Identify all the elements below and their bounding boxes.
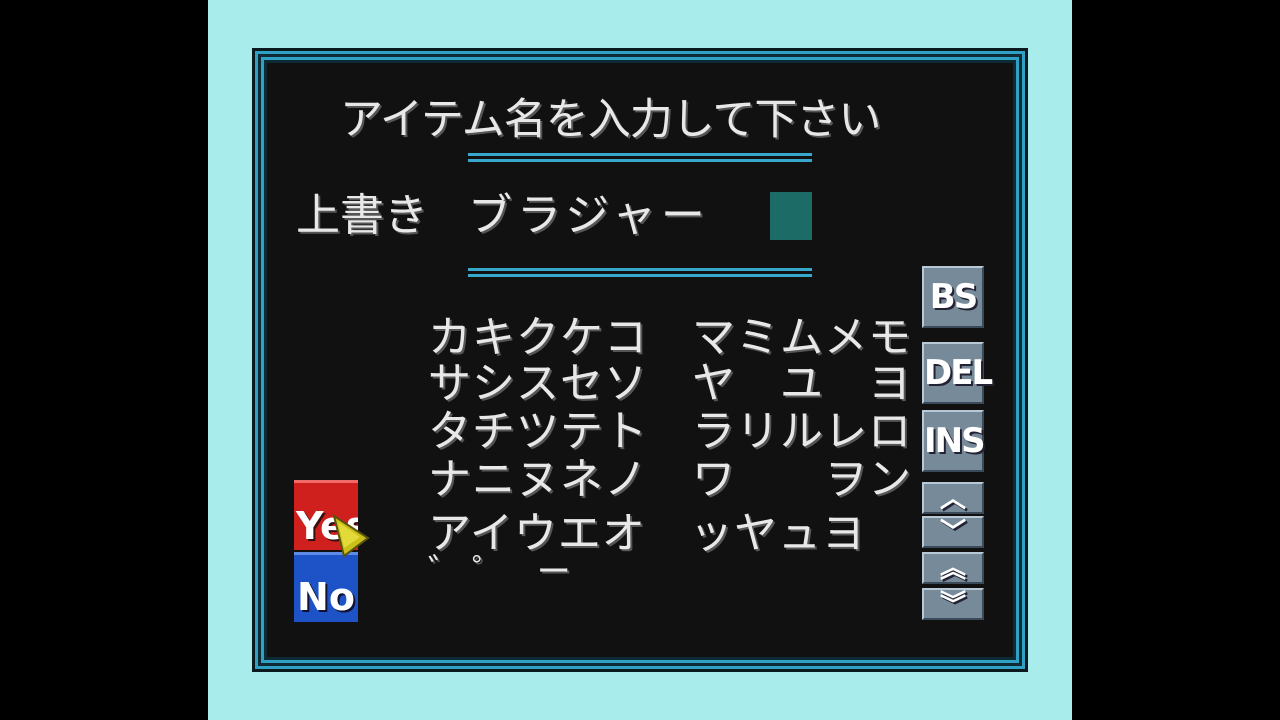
kana-row-ka-ma[interactable]: カキクケコ マミムメモ: [428, 312, 912, 364]
kana-row-ta-ra[interactable]: タチツテト ラリルレロ: [428, 406, 912, 458]
cursor-down-button[interactable]: ﹀: [922, 516, 984, 548]
page-up-button[interactable]: ︽: [922, 552, 984, 584]
kana-row-marks[interactable]: ゛゜ ー: [428, 546, 581, 598]
cursor-up-button[interactable]: ︿: [922, 482, 984, 514]
kana-row-na-wa[interactable]: ナニヌネノ ワ ヲン: [428, 454, 912, 506]
mode-label: 上書き: [296, 190, 428, 241]
backspace-button[interactable]: BS: [922, 266, 984, 328]
entry-underline: [468, 268, 812, 277]
pointer-cursor-icon: [332, 514, 370, 558]
item-name-field[interactable]: ブラジャー: [468, 190, 710, 242]
page-down-button[interactable]: ︾: [922, 588, 984, 620]
text-cursor: [770, 192, 812, 240]
insert-button[interactable]: INS: [922, 410, 986, 472]
delete-button[interactable]: DEL: [922, 342, 993, 404]
title-underline: [468, 153, 812, 162]
prompt-title: アイテム名を入力して下さい: [340, 95, 881, 145]
no-button[interactable]: No: [294, 552, 358, 622]
kana-row-sa-ya[interactable]: サシスセソ ヤ ユ ヨ: [428, 358, 912, 410]
